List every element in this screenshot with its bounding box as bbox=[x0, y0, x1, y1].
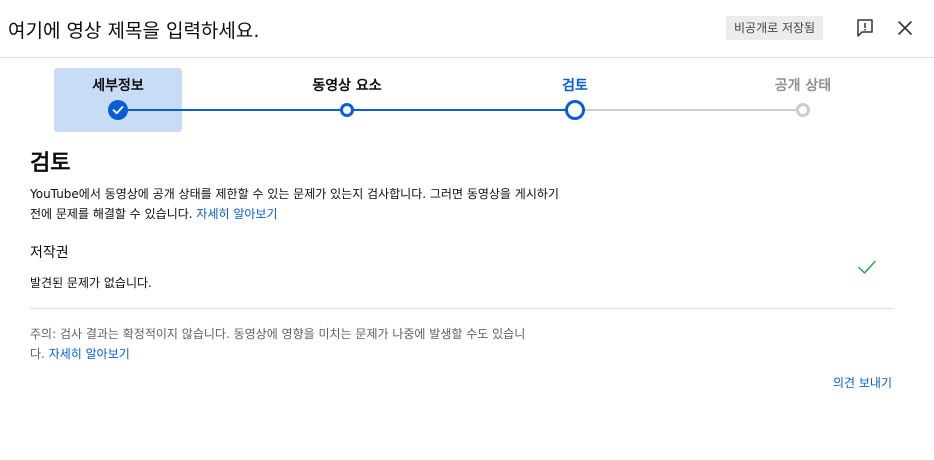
step-checks[interactable]: 검토 bbox=[510, 59, 640, 129]
learn-more-link[interactable]: 자세히 알아보기 bbox=[196, 207, 277, 221]
video-title[interactable]: 여기에 영상 제목을 입력하세요. bbox=[8, 16, 259, 43]
step-video-elements-label: 동영상 요소 bbox=[312, 78, 382, 94]
step-visibility[interactable]: 공개 상태 bbox=[738, 59, 868, 129]
save-status-badge: 비공개로 저장됨 bbox=[726, 16, 824, 40]
step-details-label: 세부정보 bbox=[92, 78, 144, 94]
disclaimer-note: 주의: 검사 결과는 확정적이지 않습니다. 동영상에 영향을 미치는 문제가 … bbox=[30, 324, 530, 364]
checks-panel: 검토 YouTube에서 동영상에 공개 상태를 제한할 수 있는 문제가 있는… bbox=[30, 150, 894, 390]
step-dot-done bbox=[340, 103, 354, 117]
progress-stepper: 세부정보 동영상 요소 검토 공개 상태 bbox=[0, 59, 934, 139]
step-details[interactable]: 세부정보 bbox=[53, 59, 183, 129]
note-learn-more-link[interactable]: 자세히 알아보기 bbox=[49, 347, 130, 361]
step-dot-pending bbox=[796, 103, 810, 117]
copyright-status: 발견된 문제가 없습니다. bbox=[30, 276, 152, 290]
step-dot-current bbox=[565, 100, 585, 120]
copyright-heading: 저작권 bbox=[30, 245, 69, 261]
check-icon bbox=[108, 100, 128, 120]
dialog-header: 여기에 영상 제목을 입력하세요. 비공개로 저장됨 bbox=[0, 0, 934, 58]
description-text: YouTube에서 동영상에 공개 상태를 제한할 수 있는 문제가 있는지 검… bbox=[30, 187, 559, 221]
check-icon bbox=[856, 256, 878, 282]
checks-description: YouTube에서 동영상에 공개 상태를 제한할 수 있는 문제가 있는지 검… bbox=[30, 184, 570, 224]
step-checks-label: 검토 bbox=[562, 78, 588, 94]
divider bbox=[30, 308, 894, 309]
page-title: 검토 bbox=[30, 151, 71, 176]
report-icon[interactable] bbox=[853, 16, 877, 40]
step-video-elements[interactable]: 동영상 요소 bbox=[282, 59, 412, 129]
send-feedback-link[interactable]: 의견 보내기 bbox=[833, 374, 892, 391]
step-visibility-label: 공개 상태 bbox=[774, 78, 832, 94]
close-icon[interactable] bbox=[893, 16, 917, 40]
